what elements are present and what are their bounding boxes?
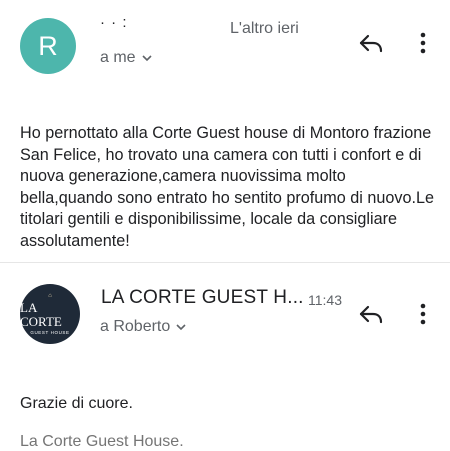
reply-arrow-icon <box>359 34 383 53</box>
message-time: 11:43 <box>308 292 342 308</box>
recipient-label: a me <box>100 49 136 66</box>
email-message: R · · : L'altro ieri a me Ho pernottato … <box>0 0 450 262</box>
avatar-letter: R <box>38 30 58 61</box>
logo-crest-icon: ⌂ <box>48 293 52 299</box>
message-body: Ho pernottato alla Corte Guest house di … <box>20 124 434 250</box>
more-options-button[interactable] <box>417 30 429 56</box>
sender-name: LA CORTE GUEST H... <box>101 287 304 308</box>
more-options-button[interactable] <box>417 301 429 327</box>
recipient-label: a Roberto <box>100 318 171 335</box>
recipient-details-toggle[interactable]: a Roberto <box>100 318 186 336</box>
recipient-details-toggle[interactable]: a me <box>100 49 152 67</box>
logo-title: LA CORTE <box>20 300 62 329</box>
logo-subtitle: GUEST HOUSE <box>30 330 70 335</box>
message-time: L'altro ieri <box>230 20 299 37</box>
reply-button[interactable] <box>356 30 386 56</box>
sender-name: · · : <box>100 14 128 31</box>
more-vertical-icon <box>420 303 426 325</box>
chevron-down-icon <box>176 324 186 331</box>
more-vertical-icon <box>420 32 426 54</box>
message-signature: La Corte Guest House. <box>20 433 184 450</box>
reply-arrow-icon <box>359 305 383 324</box>
avatar[interactable]: R <box>20 18 76 74</box>
message-body: Grazie di cuore. <box>20 395 133 412</box>
reply-button[interactable] <box>356 301 386 327</box>
chevron-down-icon <box>142 55 152 62</box>
avatar[interactable]: ⌂ LA CORTE GUEST HOUSE <box>20 284 80 344</box>
